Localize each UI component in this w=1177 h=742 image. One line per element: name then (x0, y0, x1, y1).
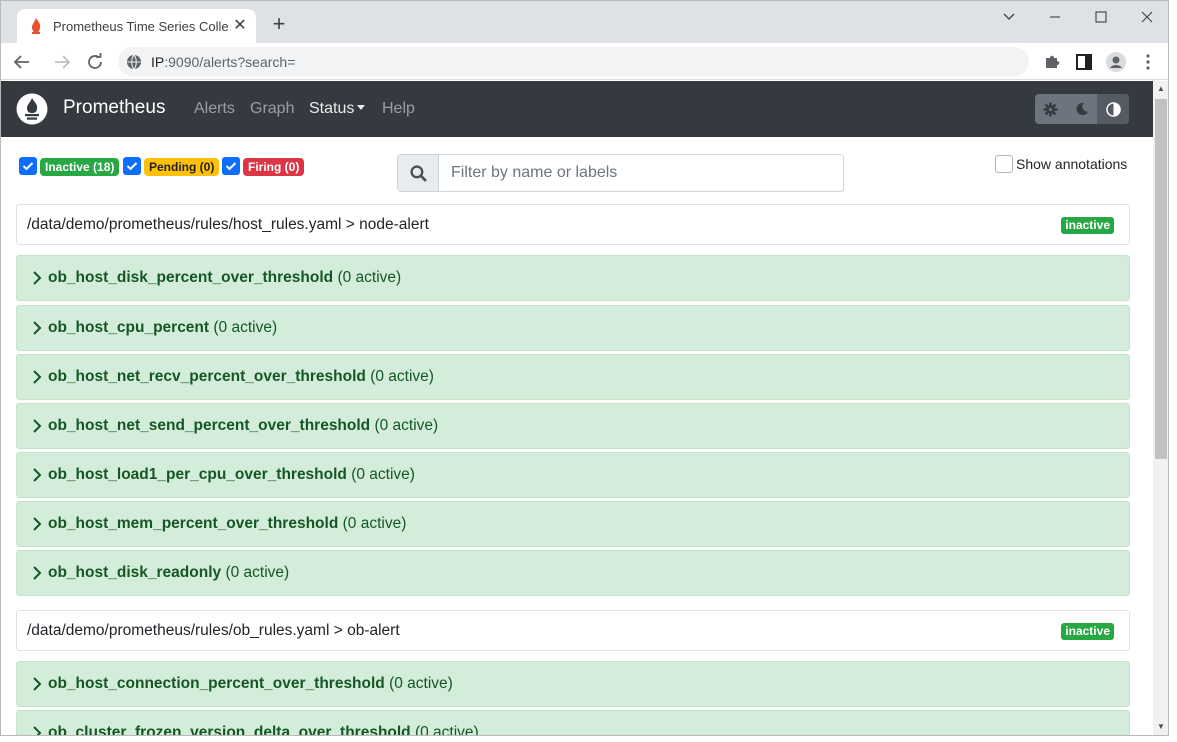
nav-graph-link[interactable]: Graph (250, 100, 294, 118)
chevron-right-icon (33, 726, 42, 735)
prometheus-navbar: Prometheus Alerts Graph Status Help (1, 81, 1153, 137)
gear-icon (1043, 101, 1058, 117)
chevron-down-icon[interactable] (997, 7, 1021, 27)
rule-group-header: /data/demo/prometheus/rules/host_rules.y… (16, 204, 1130, 245)
alert-rule-row[interactable]: ob_cluster_frozen_version_delta_over_thr… (16, 710, 1130, 735)
alert-active-count: (0 active) (370, 368, 434, 385)
browser-toolbar: IP:9090/alerts?search= (1, 43, 1168, 80)
theme-toggle-group (1035, 94, 1129, 124)
chevron-right-icon (33, 677, 42, 691)
show-annotations-label: Show annotations (1016, 156, 1128, 172)
alert-rule-name: ob_cluster_frozen_version_delta_over_thr… (48, 724, 411, 735)
nav-status-dropdown[interactable]: Status (309, 100, 366, 118)
nav-alerts-link[interactable]: Alerts (194, 100, 235, 118)
alert-rule-name: ob_host_cpu_percent (48, 319, 210, 336)
forward-icon[interactable] (51, 51, 73, 73)
chevron-right-icon (33, 566, 42, 580)
caret-down-icon (357, 105, 366, 110)
chevron-right-icon (33, 517, 42, 531)
extensions-puzzle-icon[interactable] (1042, 52, 1062, 72)
alert-active-count: (0 active) (389, 675, 453, 692)
tab-title: Prometheus Time Series Collec (53, 19, 229, 34)
contrast-icon (1105, 101, 1121, 117)
alert-rule-row[interactable]: ob_host_disk_readonly (0 active) (16, 550, 1130, 596)
maximize-icon[interactable] (1089, 7, 1113, 27)
scroll-up-arrow[interactable]: ▲ (1153, 81, 1168, 97)
alert-rule-name: ob_host_disk_readonly (48, 564, 222, 581)
rule-group-title: /data/demo/prometheus/rules/ob_rules.yam… (27, 622, 400, 639)
pending-count-badge: Pending (0) (144, 158, 220, 176)
url-text: IP:9090/alerts?search= (151, 54, 296, 70)
auto-theme-button[interactable] (1097, 94, 1129, 124)
chevron-right-icon (33, 321, 42, 335)
rule-group-title: /data/demo/prometheus/rules/host_rules.y… (27, 216, 429, 233)
scrollbar-thumb[interactable] (1155, 99, 1167, 459)
alert-rule-row[interactable]: ob_host_disk_percent_over_threshold (0 a… (16, 255, 1130, 301)
chevron-right-icon (33, 271, 42, 285)
light-theme-button[interactable] (1035, 94, 1066, 124)
alert-active-count: (0 active) (213, 319, 278, 336)
page-scrollbar[interactable]: ▲ ▼ (1153, 81, 1168, 735)
chevron-right-icon (33, 419, 42, 433)
new-tab-button[interactable]: + (269, 13, 289, 35)
alert-rule-row[interactable]: ob_host_net_recv_percent_over_threshold … (16, 354, 1130, 400)
dark-theme-button[interactable] (1066, 94, 1097, 124)
browser-window: Prometheus Time Series Collec ✕ + IP:909… (0, 0, 1169, 736)
alert-active-count: (0 active) (337, 269, 402, 286)
side-panel-icon[interactable] (1074, 52, 1094, 72)
inactive-count-badge: Inactive (18) (40, 158, 120, 176)
brand-title[interactable]: Prometheus (63, 97, 165, 119)
browser-tab[interactable]: Prometheus Time Series Collec ✕ (17, 9, 256, 43)
scroll-down-arrow[interactable]: ▼ (1153, 719, 1168, 735)
reload-icon[interactable] (84, 51, 106, 73)
prometheus-flame-icon (31, 18, 41, 34)
alert-active-count: (0 active) (225, 564, 290, 581)
alert-rule-row[interactable]: ob_host_net_send_percent_over_threshold … (16, 403, 1130, 449)
alert-rule-row[interactable]: ob_host_mem_percent_over_threshold (0 ac… (16, 501, 1130, 547)
close-tab-icon[interactable]: ✕ (232, 18, 248, 34)
inactive-filter-checkbox[interactable] (19, 157, 37, 175)
more-menu-icon[interactable] (1138, 52, 1158, 72)
search-addon (398, 155, 439, 191)
nav-help-link[interactable]: Help (382, 100, 415, 118)
alert-rule-name: ob_host_net_recv_percent_over_threshold (48, 368, 366, 385)
group-state-badge: inactive (1061, 217, 1114, 234)
filter-search-group (397, 154, 844, 192)
tab-strip: Prometheus Time Series Collec ✕ + (1, 1, 1168, 43)
back-icon[interactable] (11, 51, 33, 73)
minimize-icon[interactable] (1043, 7, 1067, 27)
alert-active-count: (0 active) (414, 724, 479, 735)
profile-avatar-icon[interactable] (1106, 52, 1126, 72)
search-icon (410, 165, 427, 182)
alert-rule-row[interactable]: ob_host_cpu_percent (0 active) (16, 305, 1130, 351)
alert-active-count: (0 active) (351, 466, 415, 483)
alert-active-count: (0 active) (342, 515, 407, 532)
alert-rule-name: ob_host_mem_percent_over_threshold (48, 515, 339, 532)
close-window-icon[interactable] (1135, 7, 1159, 27)
alert-rule-name: ob_host_disk_percent_over_threshold (48, 269, 334, 286)
firing-count-badge: Firing (0) (243, 158, 305, 176)
address-bar[interactable]: IP:9090/alerts?search= (118, 47, 1029, 76)
alert-active-count: (0 active) (374, 417, 439, 434)
chevron-right-icon (33, 468, 42, 482)
show-annotations-checkbox[interactable] (995, 155, 1013, 173)
alert-rule-name: ob_host_net_send_percent_over_threshold (48, 417, 371, 434)
pending-filter-checkbox[interactable] (123, 157, 141, 175)
alert-rule-row[interactable]: ob_host_load1_per_cpu_over_threshold (0 … (16, 452, 1130, 498)
alert-rule-name: ob_host_connection_percent_over_threshol… (48, 675, 385, 692)
alert-rule-name: ob_host_load1_per_cpu_over_threshold (48, 466, 347, 483)
prometheus-logo-icon[interactable] (16, 93, 48, 125)
globe-icon (127, 54, 141, 70)
moon-icon (1076, 102, 1088, 116)
group-state-badge: inactive (1061, 623, 1114, 640)
search-input[interactable] (439, 155, 843, 191)
chevron-right-icon (33, 370, 42, 384)
firing-filter-checkbox[interactable] (222, 157, 240, 175)
rule-group-header: /data/demo/prometheus/rules/ob_rules.yam… (16, 610, 1130, 651)
alert-rule-row[interactable]: ob_host_connection_percent_over_threshol… (16, 661, 1130, 707)
page-content: Prometheus Alerts Graph Status Help Inac… (1, 81, 1153, 735)
